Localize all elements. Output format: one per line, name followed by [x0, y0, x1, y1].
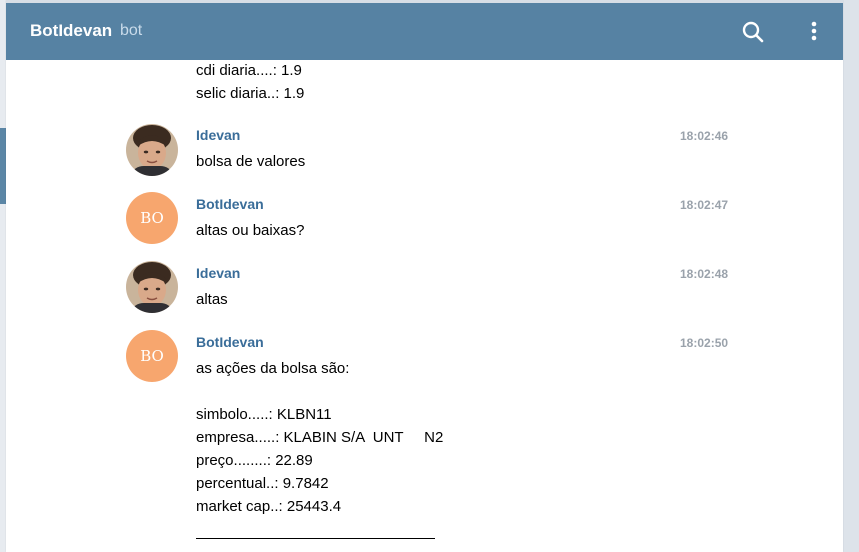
message-sender[interactable]: BotIdevan — [196, 196, 264, 212]
user-photo-icon — [126, 124, 178, 176]
message-time: 18:02:50 — [680, 336, 729, 350]
message-text-line: bolsa de valores — [196, 153, 306, 170]
message-sender[interactable]: Idevan — [196, 265, 240, 281]
message-text-line: altas — [196, 291, 228, 308]
chat-subtitle: bot — [120, 22, 143, 39]
message-text-line: empresa.....: KLABIN S/A UNT N2 — [196, 429, 444, 446]
message-text-line: cdi diaria....: 1.9 — [196, 62, 302, 79]
message-text-line: as ações da bolsa são: — [196, 360, 350, 377]
message-time: 18:02:46 — [680, 129, 729, 143]
chat-header[interactable]: BotIdevan bot — [6, 0, 843, 60]
message-text-line: selic diaria..: 1.9 — [196, 85, 305, 102]
message-sender[interactable]: Idevan — [196, 127, 240, 143]
avatar[interactable] — [126, 124, 178, 176]
right-scroll-area — [843, 0, 859, 552]
chat-title[interactable]: BotIdevan — [30, 21, 112, 41]
telegram-window: BotIdevan bot cdi diaria....: 1.9 selic … — [0, 0, 859, 552]
message-text-line: simbolo.....: KLBN11 — [196, 406, 332, 423]
message-time: 18:02:48 — [680, 267, 729, 281]
message-time: 18:02:47 — [680, 198, 729, 212]
message-text-line: preço........: 22.89 — [196, 452, 313, 469]
message-text-line: market cap..: 25443.4 — [196, 498, 342, 515]
avatar[interactable] — [126, 261, 178, 313]
user-photo-icon — [126, 261, 178, 313]
more-vertical-icon[interactable] — [801, 19, 827, 45]
separator-line — [196, 538, 435, 539]
message-sender[interactable]: BotIdevan — [196, 334, 264, 350]
avatar[interactable]: BO — [126, 330, 178, 382]
chat-panel: BotIdevan bot cdi diaria....: 1.9 selic … — [6, 0, 843, 552]
avatar[interactable]: BO — [126, 192, 178, 244]
search-icon[interactable] — [740, 19, 766, 45]
message-text-line: percentual..: 9.7842 — [196, 475, 329, 492]
message-text-line: altas ou baixas? — [196, 222, 305, 239]
message-list[interactable]: cdi diaria....: 1.9 selic diaria..: 1.9 — [6, 60, 843, 552]
